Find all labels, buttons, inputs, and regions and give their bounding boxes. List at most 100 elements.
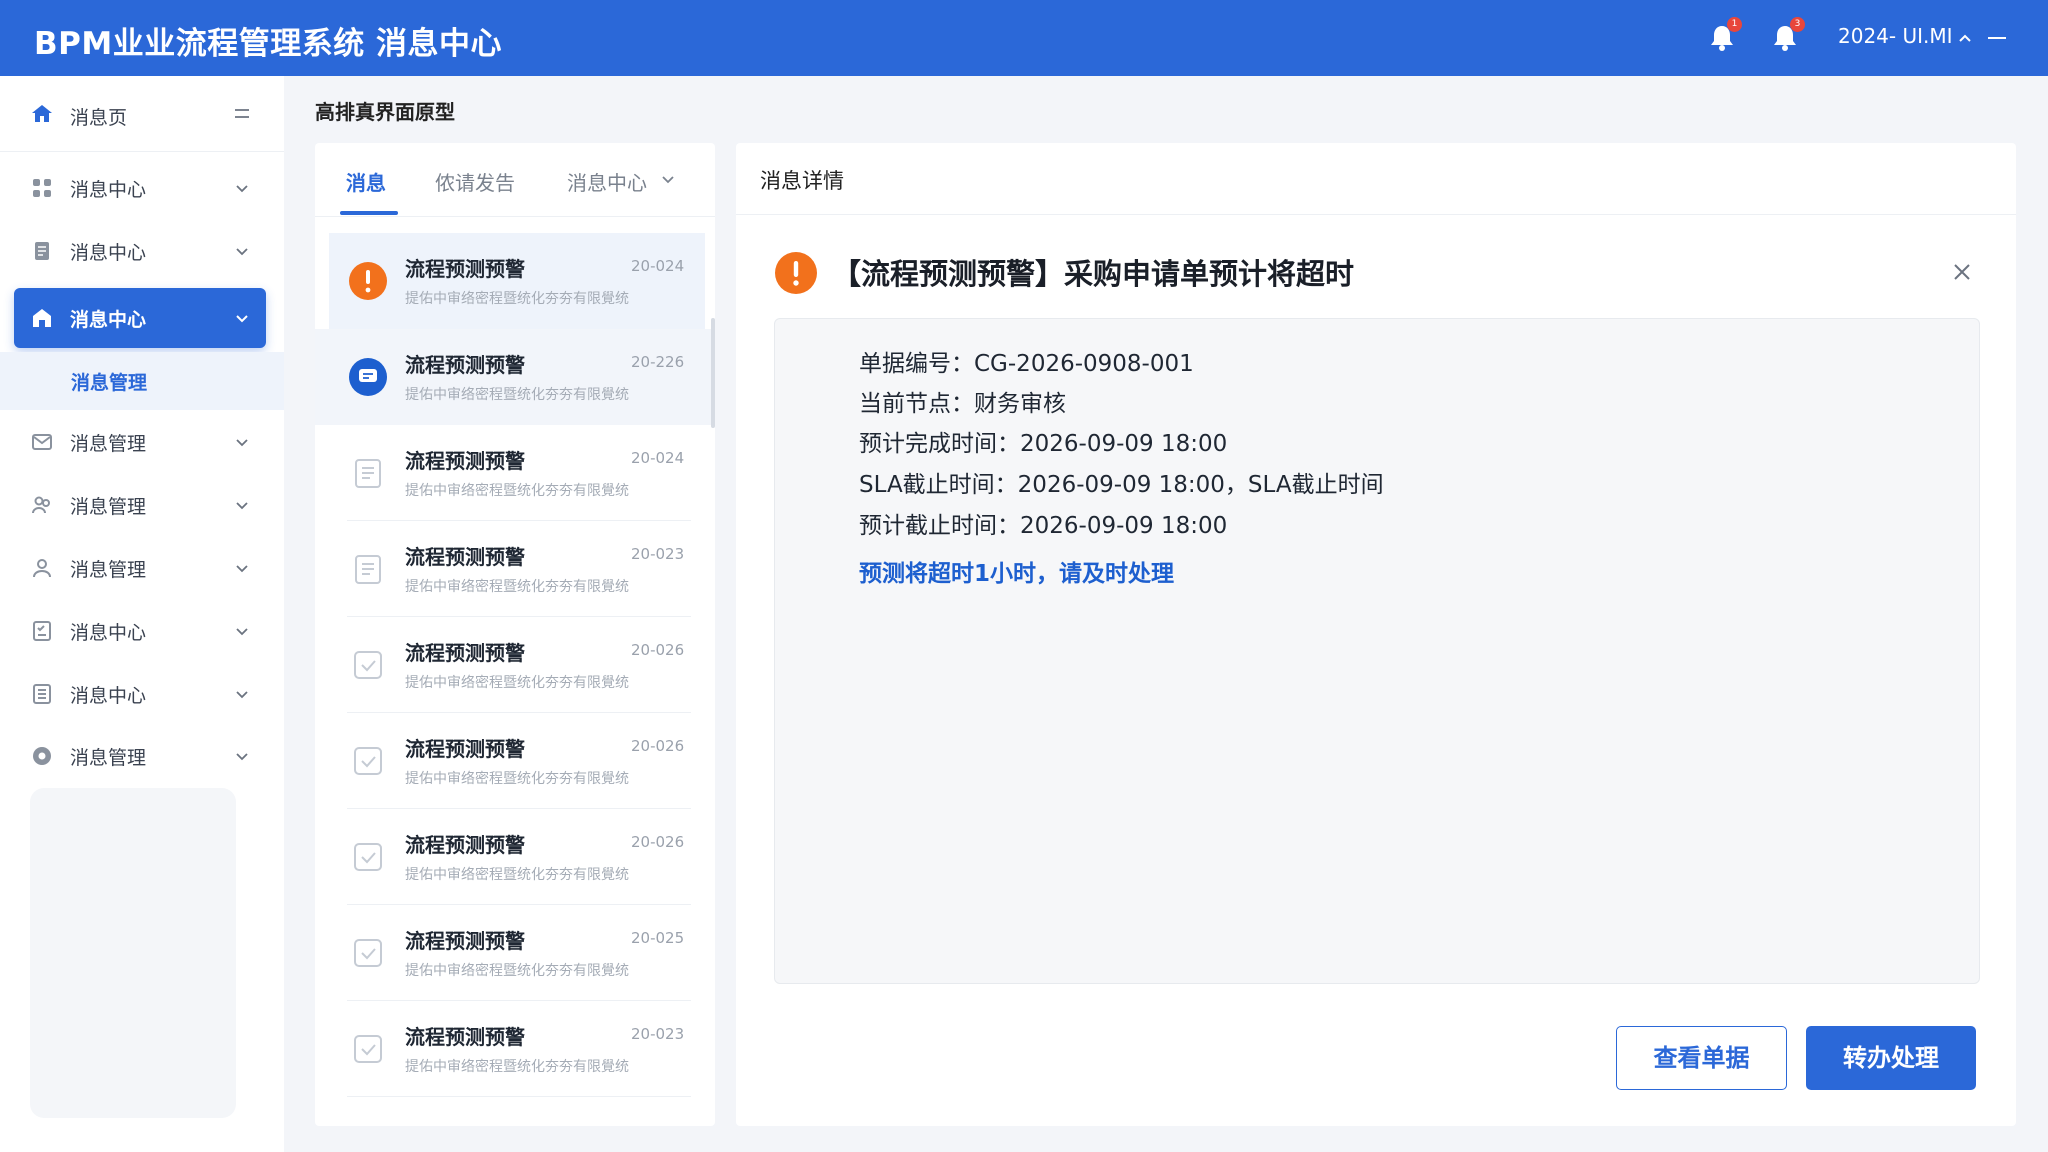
app-title: BPM业业流程管理系统 消息中心 (34, 26, 502, 62)
chevron-down-icon (236, 628, 248, 636)
sidebar-item-label: 消息中心 (70, 241, 147, 264)
view-document-button[interactable]: 查看单据 (1616, 1026, 1787, 1090)
document-icon (355, 555, 381, 584)
sidebar-subitem-message-management[interactable]: 消息管理 (0, 352, 284, 410)
sidebar-placeholder (30, 788, 236, 1118)
chevron-down-icon[interactable] (660, 171, 676, 187)
chevron-down-icon (236, 691, 248, 699)
message-summary: 提佑中审络密程暨统化夯夯有限覺统 (405, 675, 629, 691)
check-icon (354, 747, 382, 775)
message-tabs: 消息 侬请发告 消息中心 (315, 143, 715, 217)
message-title: 流程预测预警 (405, 929, 525, 953)
chevron-down-icon (236, 565, 248, 573)
sidebar-item-message-center[interactable]: 消息中心 (0, 158, 284, 218)
warning-icon (349, 262, 387, 300)
sidebar-item-message-center-active[interactable]: 消息中心 (14, 288, 266, 348)
sidebar-item-label: 消息中心 (70, 309, 147, 331)
chevron-down-icon (236, 502, 248, 510)
field-expected-completion: 预计完成时间：2026-09-09 18:00 (859, 431, 1228, 457)
grid-icon (33, 179, 51, 197)
message-date: 20-024 (631, 257, 685, 275)
message-title: 流程预测预警 (405, 833, 525, 857)
message-summary: 提佑中审络密程暨统化夯夯有限覺统 (405, 771, 629, 787)
check-icon (354, 1035, 382, 1063)
message-item[interactable]: 流程预测预警 20-026 提佑中审络密程暨统化夯夯有限覺统 (315, 617, 715, 713)
message-title: 流程预测预警 (405, 353, 525, 377)
message-title: 流程预测预警 (405, 641, 525, 665)
sidebar-item-message-center[interactable]: 消息中心 (0, 221, 284, 281)
message-title: 流程预测预警 (405, 737, 525, 761)
sidebar-subitem-label: 消息管理 (71, 372, 148, 394)
page-title: 高排真界面原型 (315, 100, 455, 124)
sidebar-item-label: 消息中心 (70, 621, 147, 644)
sidebar-home[interactable]: 消息页 (0, 76, 284, 152)
message-date: 20-026 (631, 737, 685, 755)
chevron-up-icon[interactable] (1954, 27, 1976, 49)
message-summary: 提佑中审络密程暨统化夯夯有限覺统 (405, 867, 629, 883)
sidebar-home-label: 消息页 (70, 107, 128, 129)
message-item[interactable]: 流程预测预警 20-024 提佑中审络密程暨统化夯夯有限覺统 (329, 233, 705, 329)
alert-badge: 3 (1790, 17, 1805, 32)
tab-message-center[interactable]: 消息中心 (567, 167, 647, 196)
list-scrollbar[interactable] (711, 318, 715, 428)
divider (347, 1096, 691, 1097)
user-icon (33, 559, 51, 578)
message-summary: 提佑中审络密程暨统化夯夯有限覺统 (405, 291, 629, 307)
chevron-down-icon (236, 439, 248, 447)
field-expected-deadline: 预计截止时间：2026-09-09 18:00 (859, 513, 1228, 539)
message-item[interactable]: 流程预测预警 20-025 提佑中审络密程暨统化夯夯有限覺统 (315, 905, 715, 1001)
field-current-node: 当前节点：财务审核 (859, 391, 1066, 417)
tab-notices[interactable]: 侬请发告 (435, 167, 515, 196)
message-item[interactable]: 流程预测预警 20-226 提佑中审络密程暨统化夯夯有限覺统 (315, 329, 715, 425)
sidebar-item-label: 消息中心 (70, 178, 147, 201)
chevron-down-icon (236, 753, 248, 761)
sidebar-item-message-center[interactable]: 消息中心 (0, 664, 284, 724)
check-icon (354, 939, 382, 967)
chevron-down-icon (236, 248, 248, 256)
message-date: 20-026 (631, 833, 685, 851)
message-date: 20-023 (631, 545, 685, 563)
sidebar-item-message-management[interactable]: 消息管理 (0, 538, 284, 598)
sidebar-item-message-management[interactable]: 消息管理 (0, 726, 284, 786)
message-detail-panel: 消息详情 【流程预测预警】采购申请单预计将超时 单据编号：CG-2026-090… (736, 143, 2016, 1126)
message-summary: 提佑中审络密程暨统化夯夯有限覺统 (405, 387, 629, 403)
field-sla-deadline: SLA截止时间：2026-09-09 18:00，SLA截止时间 (859, 472, 1384, 498)
message-item[interactable]: 流程预测预警 20-023 提佑中审络密程暨统化夯夯有限覺统 (315, 521, 715, 617)
sidebar-item-message-center[interactable]: 消息中心 (0, 601, 284, 661)
notification-bell-button[interactable]: 1 (1705, 17, 1742, 55)
message-item[interactable]: 流程预测预警 20-023 提佑中审络密程暨统化夯夯有限覺统 (315, 1001, 715, 1097)
message-item[interactable]: 流程预测预警 20-026 提佑中审络密程暨统化夯夯有限覺统 (315, 713, 715, 809)
tab-messages[interactable]: 消息 (346, 167, 386, 196)
sidebar-item-message-management[interactable]: 消息管理 (0, 412, 284, 472)
field-document-number: 单据编号：CG-2026-0908-001 (859, 351, 1194, 377)
sidebar-item-label: 消息管理 (70, 558, 147, 581)
message-summary: 提佑中审络密程暨统化夯夯有限覺统 (405, 483, 629, 499)
message-date: 20-024 (631, 449, 685, 467)
detail-content-box: 单据编号：CG-2026-0908-001 当前节点：财务审核 预计完成时间：2… (774, 318, 1980, 984)
user-menu[interactable]: 2024- UI.MI (1838, 24, 1953, 48)
message-list-panel: 消息 侬请发告 消息中心 流程预测预警 20-024 提佑中审络密程暨统化夯夯有… (315, 143, 715, 1126)
alert-bell-button[interactable]: 3 (1768, 17, 1805, 55)
tab-active-indicator (340, 211, 398, 215)
close-icon[interactable] (1950, 260, 1974, 284)
menu-toggle-icon[interactable] (232, 104, 252, 124)
message-summary: 提佑中审络密程暨统化夯夯有限覺统 (405, 1059, 629, 1075)
message-item[interactable]: 流程预测预警 20-026 提佑中审络密程暨统化夯夯有限覺统 (315, 809, 715, 905)
chevron-down-icon (236, 185, 248, 193)
detail-title: 【流程预测预警】采购申请单预计将超时 (832, 257, 1355, 291)
checklist-icon (33, 621, 51, 641)
message-summary: 提佑中审络密程暨统化夯夯有限覺统 (405, 963, 629, 979)
message-title: 流程预测预警 (405, 449, 525, 473)
message-title: 流程预测预警 (405, 257, 525, 281)
detail-header: 消息详情 (736, 143, 2016, 215)
minimize-button[interactable] (1988, 37, 2006, 39)
transfer-button[interactable]: 转办处理 (1806, 1026, 1976, 1090)
home-icon (32, 105, 52, 122)
mail-icon (32, 434, 52, 450)
sidebar-item-message-management[interactable]: 消息管理 (0, 475, 284, 535)
message-item[interactable]: 流程预测预警 20-024 提佑中审络密程暨统化夯夯有限覺统 (315, 425, 715, 521)
check-icon (354, 651, 382, 679)
document-icon (35, 242, 49, 260)
detail-panel-title: 消息详情 (760, 169, 844, 193)
document-icon (355, 459, 381, 488)
